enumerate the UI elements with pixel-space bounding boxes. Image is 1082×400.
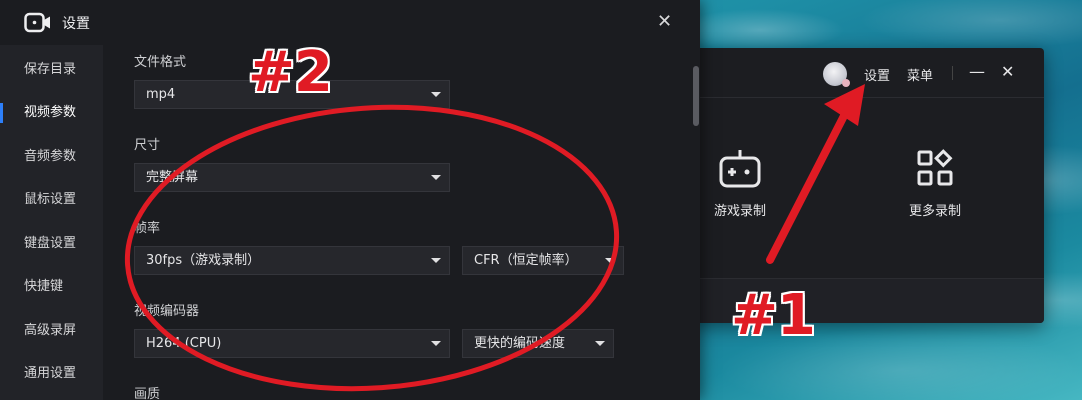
chevron-down-icon	[605, 258, 615, 263]
quality-label: 画质	[134, 387, 161, 400]
sidebar-item-video-params[interactable]: 视频参数	[0, 95, 103, 131]
video-camera-icon	[24, 12, 50, 33]
menu-link[interactable]: 菜单	[907, 65, 933, 84]
size-select[interactable]: 完整屏幕	[134, 163, 450, 192]
more-record-tile[interactable]: 更多录制	[880, 148, 990, 219]
main-app-window: 设置 菜单 — ✕ 游戏录制 更多录制	[690, 48, 1044, 323]
sidebar-item-mouse-settings[interactable]: 鼠标设置	[0, 182, 103, 218]
sidebar-item-label: 视频参数	[24, 105, 77, 120]
sidebar-item-keyboard-settings[interactable]: 键盘设置	[0, 226, 103, 262]
frame-rate-mode-value: CFR（恒定帧率）	[474, 253, 578, 268]
chevron-down-icon	[431, 92, 441, 97]
chevron-down-icon	[431, 175, 441, 180]
settings-link[interactable]: 设置	[864, 65, 890, 84]
frame-rate-select[interactable]: 30fps（游戏录制）	[134, 246, 450, 275]
tile-label: 更多录制	[908, 204, 961, 219]
sidebar-item-general-settings[interactable]: 通用设置	[0, 356, 103, 392]
titlebar-divider	[952, 66, 953, 80]
size-label: 尺寸	[134, 138, 161, 153]
sidebar-item-label: 保存目录	[24, 62, 77, 77]
game-record-tile[interactable]: 游戏录制	[685, 148, 795, 219]
grid-icon	[917, 149, 953, 186]
size-value: 完整屏幕	[146, 170, 199, 185]
sidebar-item-label: 音频参数	[24, 149, 77, 164]
encoding-speed-value: 更快的编码速度	[474, 336, 566, 351]
settings-window: 设置 ✕ 保存目录 视频参数 音频参数 鼠标设置 键盘设置 快捷键 高级录屏 通…	[0, 0, 700, 400]
sidebar-item-label: 快捷键	[24, 279, 64, 294]
sidebar-item-save-directory[interactable]: 保存目录	[0, 52, 103, 88]
frame-rate-mode-select[interactable]: CFR（恒定帧率）	[462, 246, 624, 275]
encoder-select[interactable]: H264 (CPU)	[134, 329, 450, 358]
frame-rate-label: 帧率	[134, 221, 161, 236]
annotation-mark-1: #1	[731, 283, 816, 348]
encoder-label: 视频编码器	[134, 304, 200, 319]
tile-label: 游戏录制	[713, 204, 766, 219]
encoding-speed-select[interactable]: 更快的编码速度	[462, 329, 614, 358]
settings-content: 文件格式 mp4 尺寸 完整屏幕 帧率 30fps（游戏录制） CFR（恒定帧率…	[103, 45, 693, 400]
settings-titlebar: 设置 ✕	[0, 0, 700, 45]
gamepad-icon	[719, 150, 761, 188]
avatar[interactable]	[823, 62, 850, 87]
main-close-button[interactable]: ✕	[1001, 62, 1014, 82]
encoder-value: H264 (CPU)	[146, 336, 222, 351]
sidebar-item-label: 键盘设置	[24, 236, 77, 251]
chevron-down-icon	[431, 258, 441, 263]
frame-rate-value: 30fps（游戏录制）	[146, 253, 261, 268]
close-button[interactable]: ✕	[657, 11, 672, 32]
scrollbar[interactable]	[693, 66, 699, 126]
sidebar-item-label: 鼠标设置	[24, 192, 77, 207]
chevron-down-icon	[595, 341, 605, 346]
settings-title: 设置	[62, 16, 90, 32]
minimize-button[interactable]: —	[969, 62, 985, 82]
main-titlebar: 设置 菜单 — ✕	[690, 48, 1044, 98]
sidebar-item-hotkeys[interactable]: 快捷键	[0, 269, 103, 305]
sidebar-item-advanced-recording[interactable]: 高级录屏	[0, 313, 103, 349]
file-format-value: mp4	[146, 87, 176, 102]
annotation-mark-2: #2	[248, 40, 333, 105]
settings-sidebar: 保存目录 视频参数 音频参数 鼠标设置 键盘设置 快捷键 高级录屏 通用设置	[0, 45, 103, 400]
file-format-label: 文件格式	[134, 55, 187, 70]
chevron-down-icon	[431, 341, 441, 346]
sidebar-item-audio-params[interactable]: 音频参数	[0, 139, 103, 175]
sidebar-item-label: 通用设置	[24, 366, 77, 381]
sidebar-item-label: 高级录屏	[24, 323, 77, 338]
